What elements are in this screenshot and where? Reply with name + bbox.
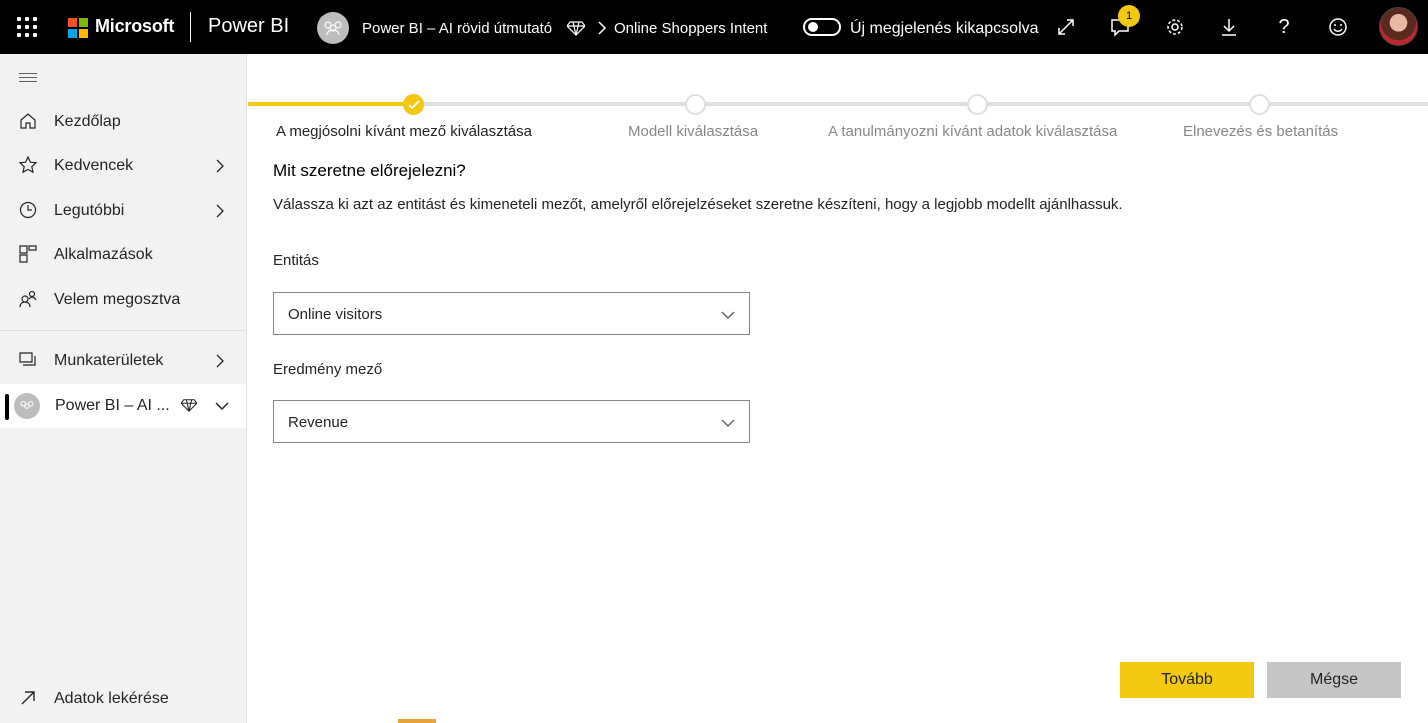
nav-item-shared-with-me[interactable]: Velem megosztva	[0, 278, 246, 322]
settings-icon[interactable]	[1164, 16, 1186, 38]
shared-icon	[18, 289, 38, 309]
active-indicator	[5, 394, 9, 420]
workspaces-icon	[18, 350, 38, 370]
outcome-field-dropdown[interactable]: Revenue	[273, 400, 750, 443]
cancel-button[interactable]: Mégse	[1267, 662, 1401, 698]
microsoft-logo	[68, 18, 88, 38]
hamburger-menu-icon[interactable]	[19, 73, 37, 85]
feedback-icon[interactable]	[1327, 16, 1349, 38]
chevron-right-icon[interactable]	[214, 203, 226, 224]
star-icon	[18, 155, 38, 175]
nav-item-label: Alkalmazások	[54, 246, 153, 263]
outcome-field-label: Eredmény mező	[273, 361, 383, 378]
step-4-label: Elnevezés és betanítás	[1183, 123, 1339, 140]
notification-badge: 1	[1118, 5, 1140, 27]
chevron-down-icon	[720, 416, 736, 434]
new-look-toggle[interactable]	[803, 18, 841, 36]
download-icon[interactable]	[1218, 16, 1240, 38]
outcome-selected-value: Revenue	[288, 414, 349, 431]
user-avatar[interactable]	[1379, 7, 1418, 46]
new-look-toggle-label: Új megjelenés kikapcsolva	[850, 20, 1039, 37]
step-1-checkmark-icon	[403, 94, 424, 115]
brand-divider	[190, 12, 191, 42]
chevron-down-icon	[720, 308, 736, 326]
step-1-label: A megjósolni kívánt mező kiválasztása	[276, 123, 532, 140]
nav-item-favorites[interactable]: Kedvencek	[0, 144, 246, 188]
nav-item-workspaces[interactable]: Munkaterületek	[0, 339, 246, 383]
entity-dropdown[interactable]: Online visitors	[273, 292, 750, 335]
nav-item-label: Legutóbbi	[54, 202, 125, 219]
step-2-dot	[685, 94, 706, 115]
nav-item-label: Kedvencek	[54, 157, 134, 174]
entity-selected-value: Online visitors	[288, 306, 383, 323]
chevron-right-icon[interactable]	[214, 158, 226, 179]
step-4-dot	[1249, 94, 1270, 115]
workspace-avatar-icon	[14, 393, 40, 419]
nav-item-get-data[interactable]: Adatok lekérése	[0, 677, 246, 721]
nav-item-recent[interactable]: Legutóbbi	[0, 189, 246, 233]
top-bar: Microsoft Power BI Power BI – AI rövid ú…	[0, 0, 1428, 54]
arrow-up-right-icon	[18, 688, 38, 708]
expand-icon[interactable]	[1055, 16, 1077, 38]
nav-divider	[0, 330, 246, 331]
step-2-label: Modell kiválasztása	[628, 123, 759, 140]
entity-label: Entitás	[273, 252, 319, 269]
nav-item-label: Power BI – AI ...	[55, 397, 170, 414]
stepper-progress	[248, 102, 413, 106]
page-description: Válassza ki azt az entitást és kimenetel…	[273, 196, 1123, 213]
chevron-right-icon[interactable]	[214, 353, 226, 374]
nav-item-home[interactable]: Kezdőlap	[0, 100, 246, 144]
help-icon[interactable]: ?	[1273, 16, 1295, 38]
clock-icon	[18, 200, 38, 220]
app-launcher-icon[interactable]	[17, 17, 37, 37]
nav-item-label: Adatok lekérése	[54, 690, 169, 707]
step-3-label: A tanulmányozni kívánt adatok kiválasztá…	[828, 123, 1118, 140]
nav-item-label: Munkaterületek	[54, 352, 164, 369]
product-name[interactable]: Power BI	[208, 15, 289, 38]
microsoft-brand-text: Microsoft	[95, 16, 175, 36]
nav-item-label: Kezdőlap	[54, 113, 121, 130]
breadcrumb-chevron-icon	[596, 20, 608, 41]
toggle-knob	[808, 22, 818, 32]
workspace-avatar-icon	[317, 12, 349, 44]
premium-diamond-icon	[180, 398, 198, 417]
bottom-accent-strip	[398, 719, 436, 723]
home-icon	[18, 111, 38, 131]
premium-diamond-icon	[566, 20, 586, 41]
apps-icon	[18, 244, 38, 264]
chevron-down-icon[interactable]	[214, 399, 230, 417]
nav-item-current-workspace[interactable]: Power BI – AI ...	[0, 384, 246, 428]
breadcrumb-current-item[interactable]: Online Shoppers Intent	[614, 20, 767, 37]
navigation-pane: Kezdőlap Kedvencek Legutóbbi Alkalmazáso…	[0, 54, 247, 723]
next-button[interactable]: Tovább	[1120, 662, 1254, 698]
page-heading: Mit szeretne előrejelezni?	[273, 161, 466, 180]
nav-item-label: Velem megosztva	[54, 291, 181, 308]
nav-item-apps[interactable]: Alkalmazások	[0, 233, 246, 277]
step-3-dot	[967, 94, 988, 115]
workspace-breadcrumb[interactable]: Power BI – AI rövid útmutató	[362, 20, 552, 37]
